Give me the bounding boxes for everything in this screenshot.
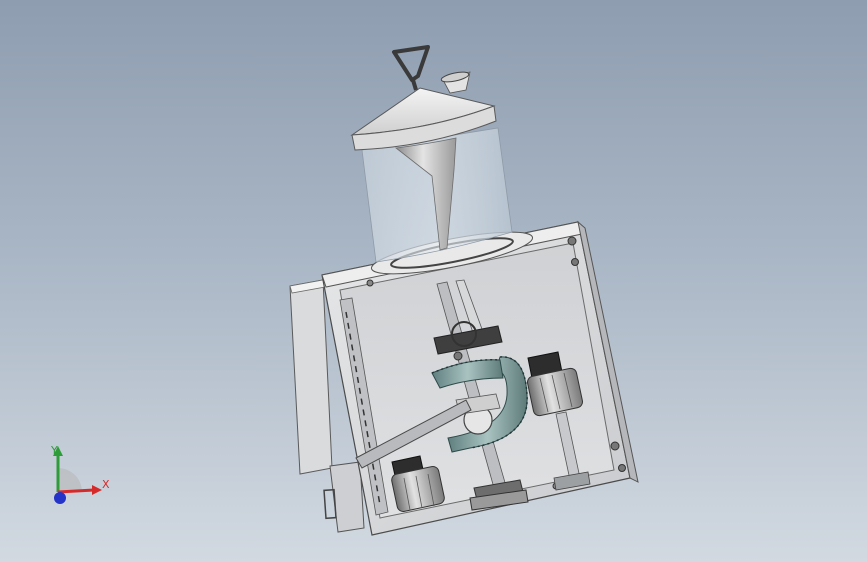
cad-model-view[interactable] [0,0,867,562]
lid-handle[interactable] [392,45,430,91]
y-axis-label: Y [51,444,58,457]
graphics-viewport[interactable]: X Y [0,0,867,562]
x-axis-icon [57,488,95,494]
x-arrow-icon [92,485,102,495]
z-axis-icon [54,492,66,504]
triad-plane-icon [58,468,82,492]
x-axis-label: X [102,478,110,491]
